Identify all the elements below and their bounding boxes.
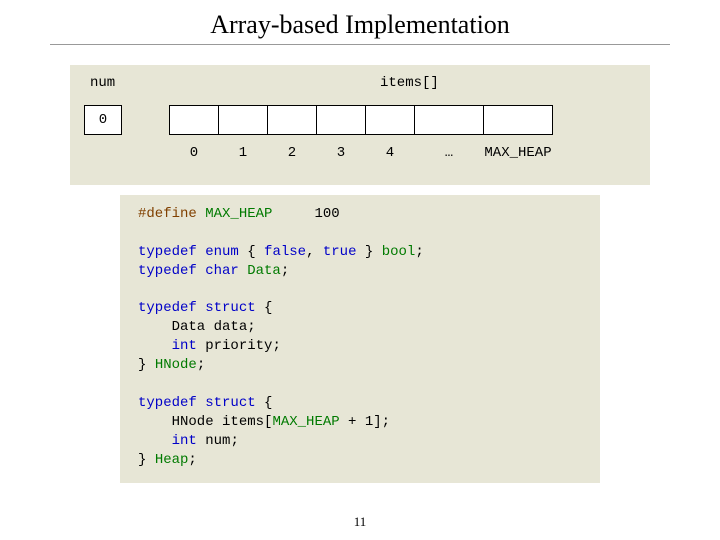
code-token: ; (247, 319, 255, 335)
code-token: false (264, 244, 306, 260)
code-token: priority (197, 338, 273, 354)
slide-title: Array-based Implementation (50, 0, 670, 45)
code-token: bool (382, 244, 416, 260)
code-token (138, 433, 172, 449)
index-label: 3 (316, 145, 366, 161)
code-token: data (214, 319, 248, 335)
code-token: num (197, 433, 231, 449)
code-token: ; (272, 338, 280, 354)
code-token: typedef (138, 395, 197, 411)
array-cell (414, 105, 484, 135)
code-token: true (323, 244, 357, 260)
code-token: } (356, 244, 381, 260)
index-label: 1 (218, 145, 268, 161)
code-token: HNode (138, 414, 222, 430)
code-token: ; (188, 452, 196, 468)
index-label: 2 (267, 145, 317, 161)
code-token: typedef (138, 263, 197, 279)
code-token: , (306, 244, 323, 260)
code-token: ; (197, 357, 205, 373)
array-cell (218, 105, 268, 135)
code-token: 100 (314, 206, 339, 222)
code-token: typedef (138, 244, 197, 260)
code-token: HNode (155, 357, 197, 373)
num-box: 0 (84, 105, 122, 135)
index-label: … (414, 145, 484, 161)
code-token: Heap (155, 452, 189, 468)
code-token: Data (138, 319, 214, 335)
code-token: MAX_HEAP (205, 206, 272, 222)
code-token: int (172, 433, 197, 449)
code-block: #define MAX_HEAP 100 typedef enum { fals… (120, 195, 600, 483)
code-token: Data (239, 263, 281, 279)
code-token: { (256, 300, 273, 316)
code-token: ; (230, 433, 238, 449)
num-label: num (90, 75, 115, 91)
array-cell (267, 105, 317, 135)
index-label: 4 (365, 145, 415, 161)
code-token: #define (138, 206, 197, 222)
index-label: 0 (169, 145, 219, 161)
code-token: { (256, 395, 273, 411)
code-token: typedef (138, 300, 197, 316)
code-token: { (239, 244, 264, 260)
code-token: char (205, 263, 239, 279)
array-cells (170, 105, 553, 135)
page-number: 11 (0, 514, 720, 530)
index-row: 0 1 2 3 4 … MAX_HEAP (170, 145, 553, 161)
array-cell (483, 105, 553, 135)
code-token: ; (281, 263, 289, 279)
items-label: items[] (380, 75, 439, 91)
code-token: MAX_HEAP (272, 414, 339, 430)
code-token: struct (205, 300, 255, 316)
code-token (138, 338, 172, 354)
code-token: items (222, 414, 264, 430)
array-cell (365, 105, 415, 135)
code-token: struct (205, 395, 255, 411)
code-token: } (138, 357, 155, 373)
code-token: } (138, 452, 155, 468)
code-token: enum (205, 244, 239, 260)
code-token: ; (415, 244, 423, 260)
code-token: int (172, 338, 197, 354)
code-token: + 1]; (340, 414, 390, 430)
index-label: MAX_HEAP (483, 145, 553, 161)
array-cell (169, 105, 219, 135)
array-diagram: num items[] 0 0 1 2 3 4 … MAX_HEAP (70, 65, 650, 185)
array-cell (316, 105, 366, 135)
